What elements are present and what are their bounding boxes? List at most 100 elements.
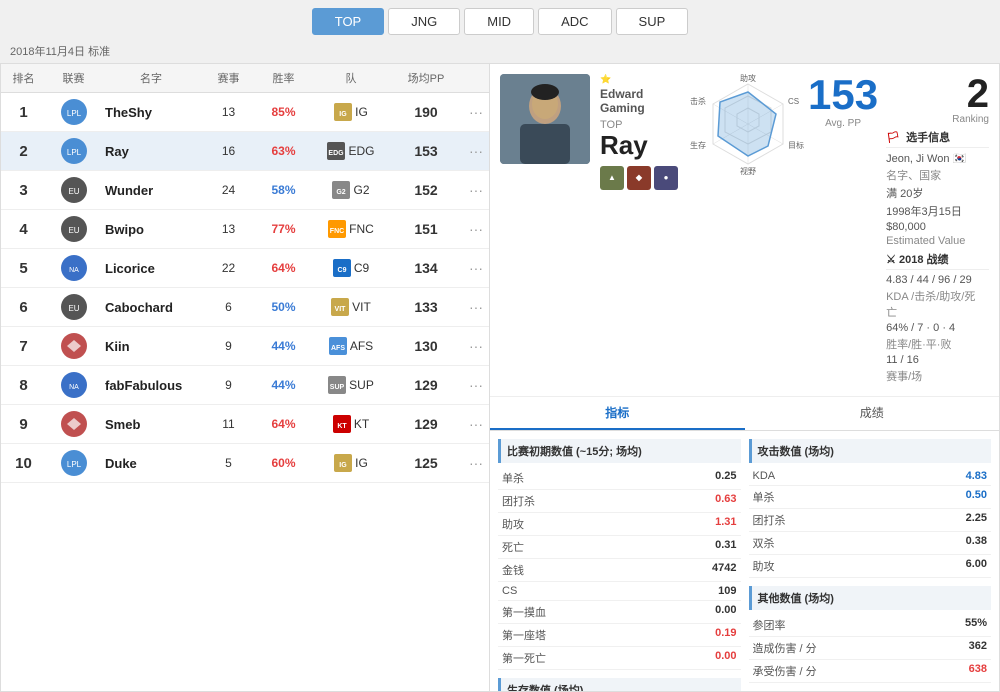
svg-text:VIT: VIT: [335, 306, 347, 313]
player-name-cell: TheShy: [101, 105, 201, 120]
tab-sup[interactable]: SUP: [616, 8, 689, 35]
table-row[interactable]: 10 LPL Duke 5 60% IG IG 125 ···: [1, 444, 489, 483]
pp-score-cell: 151: [391, 221, 461, 237]
team-name-label: G2: [353, 183, 369, 197]
table-row[interactable]: 7 Kiin 9 44% AFS AFS 130 ···: [1, 327, 489, 366]
team-full-name: Edward Gaming: [600, 87, 678, 115]
stat-value: 0.25: [715, 470, 736, 486]
svg-text:EU: EU: [68, 187, 79, 196]
stat-value: 4742: [712, 562, 736, 578]
more-options[interactable]: ···: [461, 143, 490, 159]
svg-text:LPL: LPL: [66, 460, 81, 469]
table-row[interactable]: 9 Smeb 11 64% KT KT 129 ···: [1, 405, 489, 444]
winrate-cell: 64%: [256, 261, 311, 275]
pp-score-cell: 152: [391, 182, 461, 198]
rank-number: 3: [1, 182, 46, 199]
stat-value: 0.19: [715, 627, 736, 643]
table-row[interactable]: 6 EU Cabochard 6 50% VIT VIT 133 ···: [1, 288, 489, 327]
tab-adc[interactable]: ADC: [538, 8, 611, 35]
champ-icons: ▲ ◆ ●: [600, 166, 678, 190]
more-options[interactable]: ···: [461, 104, 490, 120]
table-row[interactable]: 1 LPL TheShy 13 85% IG IG 190 ···: [1, 93, 489, 132]
team-name-label: C9: [354, 261, 369, 275]
table-row[interactable]: 3 EU Wunder 24 58% G2 G2 152 ···: [1, 171, 489, 210]
stat-row: 造成伤害 / 分 362: [749, 637, 992, 660]
more-options[interactable]: ···: [461, 260, 490, 276]
table-header: 排名 联赛 名字 赛事 胜率 队 场均PP: [1, 64, 489, 93]
winrate-cell: 58%: [256, 183, 311, 197]
stat-row: 金钱 4742: [498, 559, 741, 582]
table-row[interactable]: 8 NA fabFabulous 9 44% SUP SUP 129 ···: [1, 366, 489, 405]
tab-jng[interactable]: JNG: [388, 8, 460, 35]
tab-results[interactable]: 成绩: [745, 397, 1000, 430]
pp-score-cell: 129: [391, 416, 461, 432]
table-row[interactable]: 4 EU Bwipo 13 77% FNC FNC 151 ···: [1, 210, 489, 249]
player-name-cell: Wunder: [101, 183, 201, 198]
stats-col-attack: 攻击数值 (场均) KDA 4.83 单杀 0.50 团打杀 2.25 双杀 0…: [749, 439, 992, 692]
tab-mid[interactable]: MID: [464, 8, 534, 35]
pp-score-cell: 129: [391, 377, 461, 393]
ranking-block: 2 Ranking: [886, 74, 989, 125]
stat-row: 单杀 0.50: [749, 486, 992, 509]
league-icon: LPL: [46, 98, 101, 126]
player-name-cell: Bwipo: [101, 222, 201, 237]
stat-row: 双杀 0.38: [749, 532, 992, 555]
player-name-cell: fabFabulous: [101, 378, 201, 393]
more-options[interactable]: ···: [461, 455, 490, 471]
player-real-name: Jeon, Ji Won 🇰🇷: [886, 152, 966, 165]
header-pp: 场均PP: [391, 70, 461, 86]
stat-value: 6.00: [966, 558, 987, 574]
stat-name: 第一死亡: [502, 650, 546, 666]
rank-number: 7: [1, 338, 46, 355]
stat-name: 金钱: [502, 562, 524, 578]
more-options[interactable]: ···: [461, 338, 490, 354]
stat-name: 参团率: [753, 617, 786, 633]
more-options[interactable]: ···: [461, 182, 490, 198]
svg-text:击杀: 击杀: [690, 96, 706, 106]
table-row[interactable]: 2 LPL Ray 16 63% EDG EDG 153 ···: [1, 132, 489, 171]
league-icon: [46, 332, 101, 360]
more-options[interactable]: ···: [461, 299, 490, 315]
more-options[interactable]: ···: [461, 221, 490, 237]
svg-text:KT: KT: [337, 423, 347, 430]
info-row-name-label: 名字、国家: [886, 167, 989, 183]
season-icon: ⚔: [886, 254, 896, 266]
player-name-cell: Duke: [101, 456, 201, 471]
rank-number: 8: [1, 377, 46, 394]
stat-name: 第一摸血: [502, 604, 546, 620]
table-row[interactable]: 5 NA Licorice 22 64% C9 C9 134 ···: [1, 249, 489, 288]
info-row-kda: 4.83 / 44 / 96 / 29: [886, 274, 989, 286]
champ-icon-3: ●: [654, 166, 678, 190]
flag-icon: 🏳: [886, 132, 900, 144]
tab-top[interactable]: TOP: [312, 8, 385, 35]
team-name-label: SUP: [349, 378, 374, 392]
team-name-label: EDG: [348, 144, 374, 158]
winrate-cell: 77%: [256, 222, 311, 236]
info-row-name: Jeon, Ji Won 🇰🇷: [886, 152, 989, 165]
stat-name: KDA: [753, 470, 776, 482]
svg-text:FNC: FNC: [330, 228, 344, 235]
radar-svg: 助攻 CS 目标 视野 生存 击杀: [688, 74, 808, 184]
stat-row: CS 109: [498, 582, 741, 601]
pp-score-cell: 190: [391, 104, 461, 120]
pp-score-cell: 130: [391, 338, 461, 354]
svg-text:AFS: AFS: [331, 345, 345, 352]
league-icon: NA: [46, 254, 101, 282]
other-rows-container: 参团率 55% 造成伤害 / 分 362 承受伤害 / 分 638: [749, 614, 992, 683]
rank-number: 5: [1, 260, 46, 277]
league-icon: NA: [46, 371, 101, 399]
league-icon: EU: [46, 215, 101, 243]
more-options[interactable]: ···: [461, 377, 490, 393]
right-panel: ⭐ Edward Gaming TOP Ray ▲ ◆ ●: [490, 63, 1000, 692]
rank-number: 2: [1, 143, 46, 160]
header-games: 赛事: [201, 70, 256, 86]
team-name-label: KT: [354, 417, 369, 431]
stat-row: 第一死亡 0.00: [498, 647, 741, 670]
more-options[interactable]: ···: [461, 416, 490, 432]
stat-value: 638: [969, 663, 987, 679]
info-row-value: $80,000: [886, 221, 989, 233]
stats-col-early: 比赛初期数值 (~15分; 场均) 单杀 0.25 团打杀 0.63 助攻 1.…: [498, 439, 741, 692]
stat-row: 参团率 55%: [749, 614, 992, 637]
table-rows-container: 1 LPL TheShy 13 85% IG IG 190 ··· 2 LPL …: [1, 93, 489, 483]
tab-indicators[interactable]: 指标: [490, 397, 745, 430]
